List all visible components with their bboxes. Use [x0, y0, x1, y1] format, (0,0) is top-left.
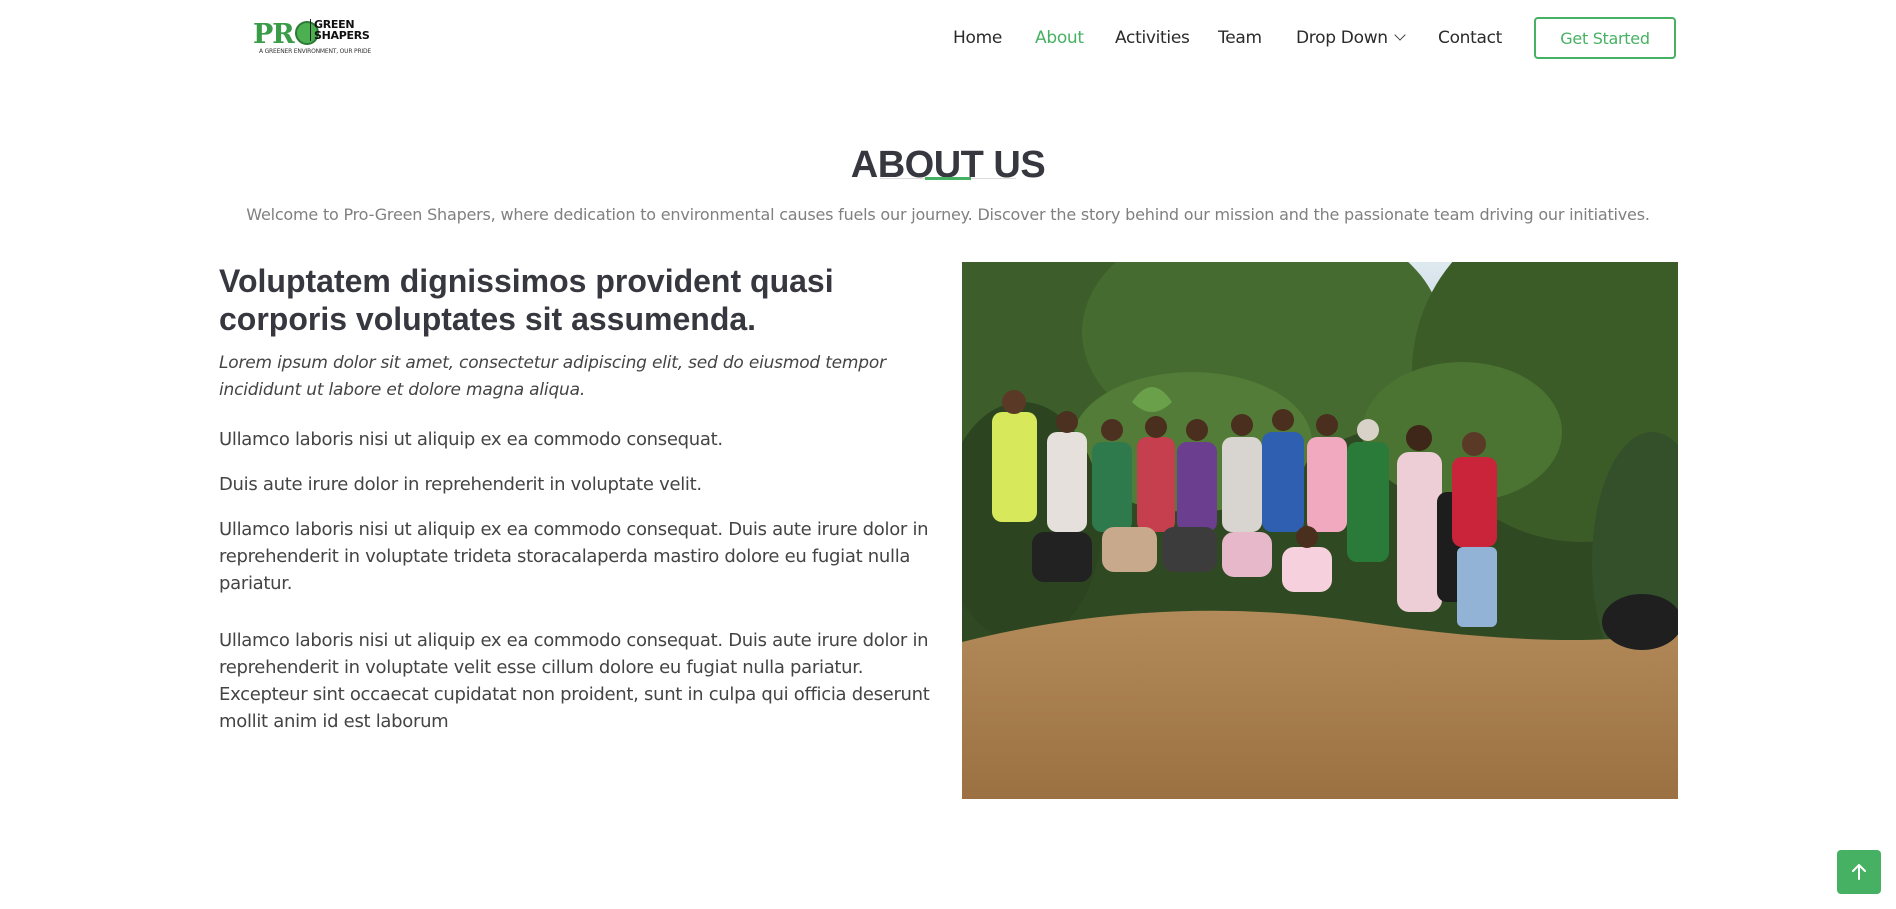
- nav-home[interactable]: Home: [953, 28, 1002, 48]
- nav-dropdown-label: Drop Down: [1296, 28, 1388, 48]
- arrow-up-icon: [1852, 864, 1866, 880]
- header: PR GREEN SHAPERS A GREENER ENVIRONMENT, O…: [0, 0, 1896, 78]
- about-paragraph-2: Duis aute irure dolor in reprehenderit i…: [219, 474, 702, 495]
- title-divider-accent: [925, 177, 971, 180]
- nav-team[interactable]: Team: [1218, 28, 1262, 48]
- section-subtitle: Welcome to Pro-Green Shapers, where dedi…: [246, 205, 1650, 224]
- group-photo: [962, 262, 1678, 799]
- back-to-top-button[interactable]: [1837, 850, 1881, 894]
- about-paragraph-4: Ullamco laboris nisi ut aliquip ex ea co…: [219, 630, 930, 732]
- about-heading: Voluptatem dignissimos provident quasi c…: [219, 263, 834, 337]
- logo-tagline: A GREENER ENVIRONMENT, OUR PRIDE: [259, 48, 371, 55]
- nav-contact[interactable]: Contact: [1438, 28, 1502, 48]
- logo-wordmark: GREEN SHAPERS: [310, 19, 370, 41]
- chevron-down-icon: [1394, 29, 1406, 41]
- about-text-column: Voluptatem dignissimos provident quasi c…: [219, 262, 939, 735]
- nav-about[interactable]: About: [1035, 28, 1084, 48]
- about-intro-italic: Lorem ipsum dolor sit amet, consectetur …: [219, 353, 886, 400]
- site-logo[interactable]: PR GREEN SHAPERS A GREENER ENVIRONMENT, O…: [251, 15, 371, 59]
- about-paragraph-1: Ullamco laboris nisi ut aliquip ex ea co…: [219, 429, 723, 450]
- about-paragraph-3: Ullamco laboris nisi ut aliquip ex ea co…: [219, 519, 929, 594]
- nav-dropdown[interactable]: Drop Down: [1296, 28, 1406, 48]
- nav-activities[interactable]: Activities: [1115, 28, 1190, 48]
- section-title: ABOUT US: [850, 143, 1046, 186]
- get-started-button[interactable]: Get Started: [1534, 17, 1676, 59]
- logo-mark: PR: [253, 19, 319, 50]
